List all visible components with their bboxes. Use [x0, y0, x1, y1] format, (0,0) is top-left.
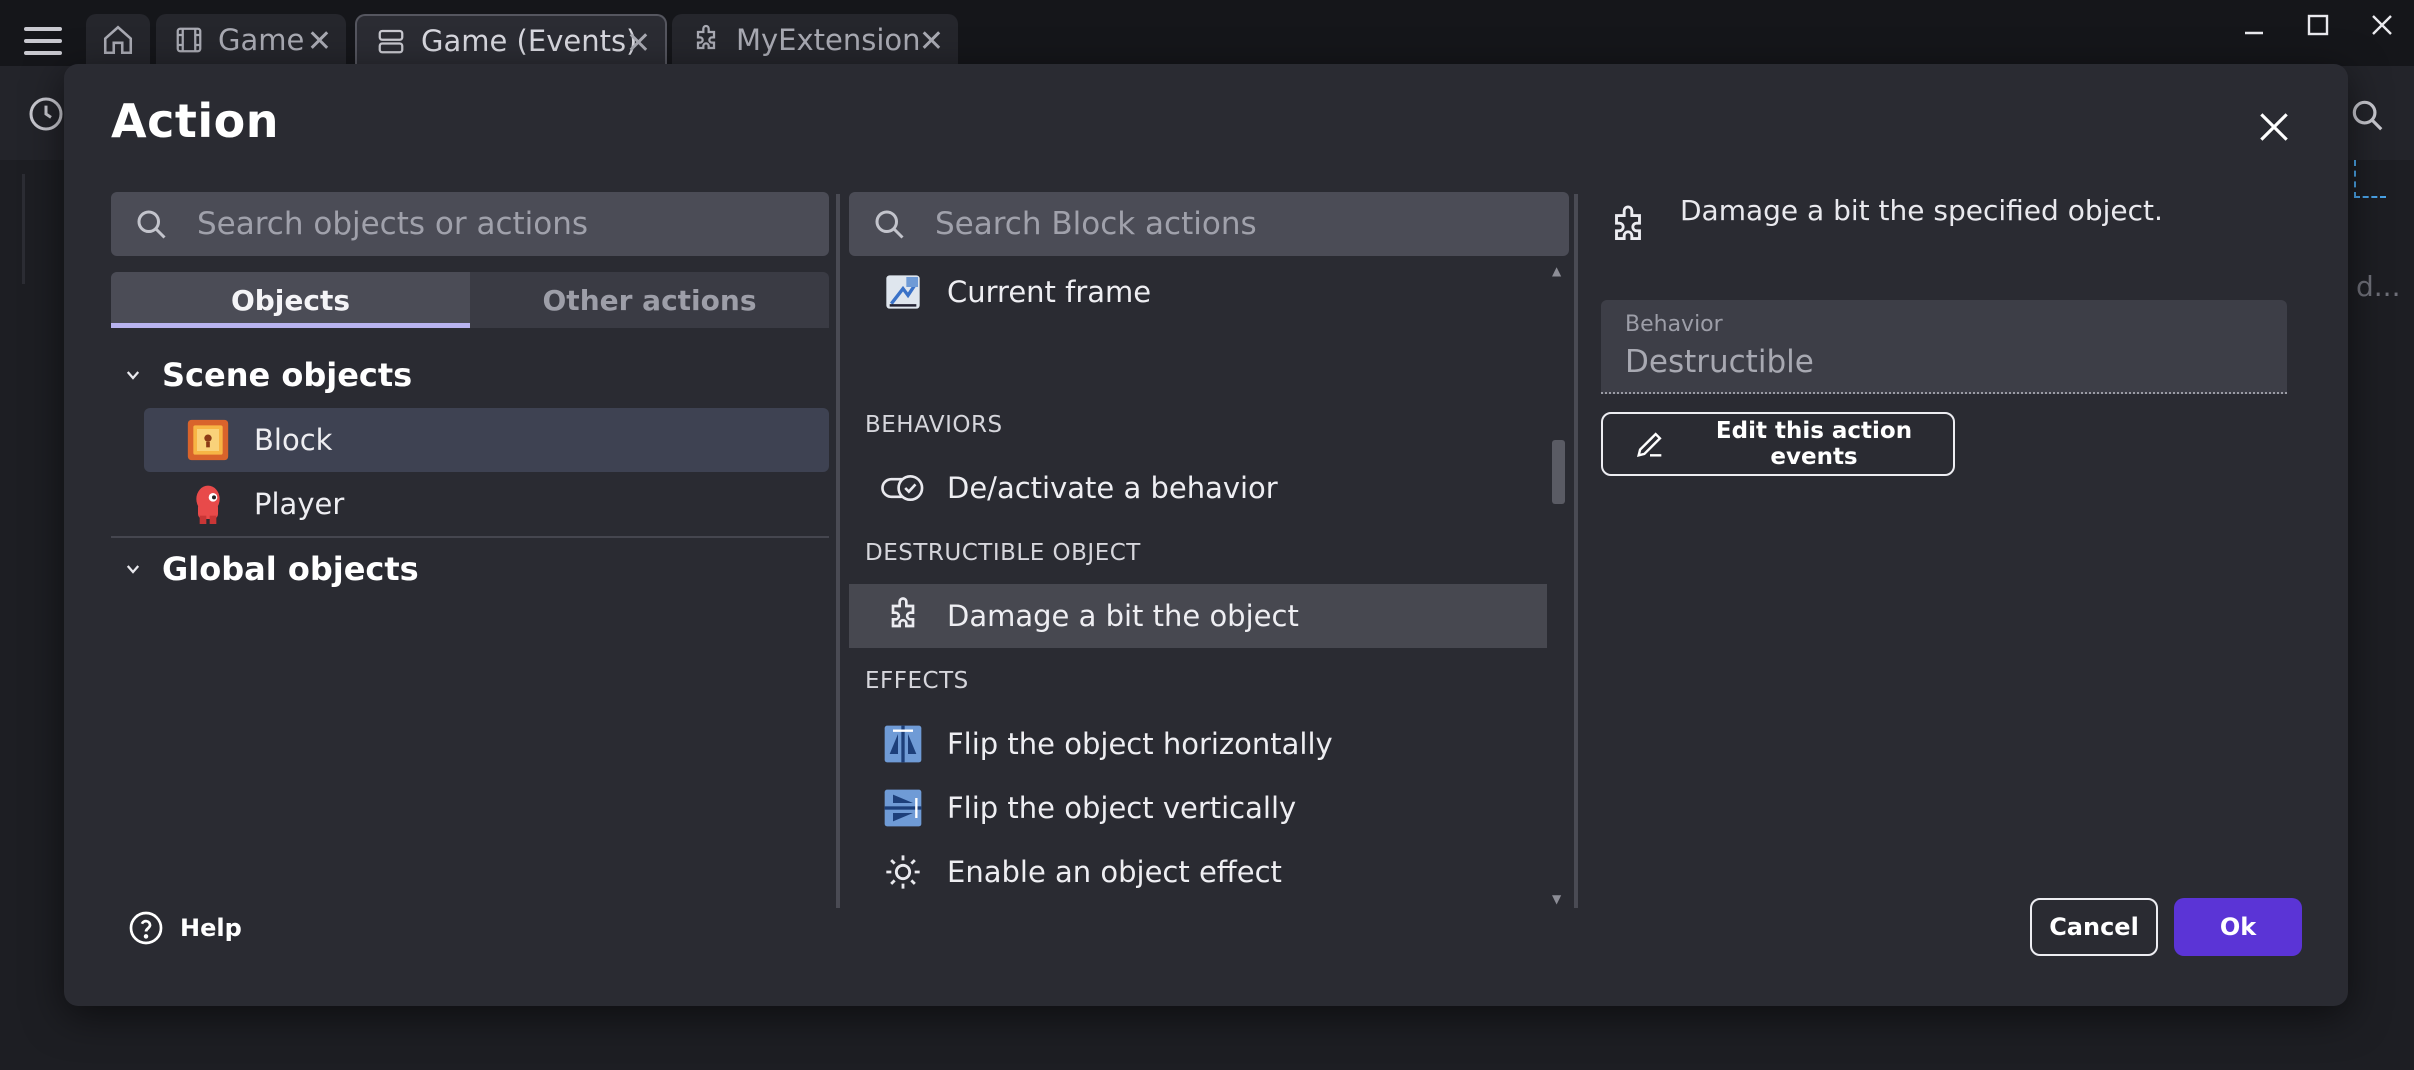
- action-item-damage-a-bit[interactable]: Damage a bit the object: [849, 584, 1547, 648]
- puzzle-icon: [690, 24, 722, 56]
- close-icon[interactable]: [2255, 108, 2293, 146]
- history-icon[interactable]: [26, 94, 66, 134]
- tab-myextension[interactable]: MyExtension ✕: [672, 14, 958, 66]
- chevron-down-icon: [124, 366, 146, 384]
- tab-game[interactable]: Game ✕: [156, 14, 346, 66]
- help-button[interactable]: Help: [128, 910, 242, 946]
- action-item-flip-vertical[interactable]: Flip the object vertically: [849, 776, 1547, 840]
- actions-scrollbar[interactable]: ▲ ▼: [1547, 260, 1569, 910]
- object-item-player[interactable]: Player: [144, 472, 829, 536]
- actions-search-input[interactable]: [933, 205, 1569, 243]
- edit-button-label: Edit this action events: [1715, 418, 1913, 470]
- background-text-fragment: d...: [2356, 270, 2401, 303]
- film-icon: [174, 25, 204, 55]
- search-icon: [133, 206, 169, 242]
- action-dialog: Action Objects Other actions Scene objec…: [64, 64, 2348, 1006]
- action-item-enable-effect[interactable]: Enable an object effect: [849, 840, 1547, 904]
- puzzle-icon: [881, 594, 925, 638]
- minimize-window-icon[interactable]: [2222, 0, 2286, 50]
- divider: [111, 536, 829, 538]
- category-behaviors: BEHAVIORS: [865, 412, 1003, 438]
- actions-search-field[interactable]: [849, 192, 1569, 256]
- flip-vertical-icon: [881, 786, 925, 830]
- action-label: Flip the object vertically: [947, 791, 1297, 825]
- home-icon: [101, 23, 135, 57]
- sun-effect-icon: [881, 850, 925, 894]
- objects-search-field[interactable]: [111, 192, 829, 256]
- close-tab-icon[interactable]: ✕: [307, 24, 332, 59]
- close-tab-icon[interactable]: ✕: [919, 24, 944, 59]
- help-circle-icon: [128, 910, 164, 946]
- events-icon: [375, 26, 407, 56]
- object-type-tabs: Objects Other actions: [111, 272, 829, 328]
- category-effects: EFFECTS: [865, 668, 969, 694]
- flip-horizontal-icon: [881, 722, 925, 766]
- action-label: De/activate a behavior: [947, 471, 1278, 505]
- maximize-window-icon[interactable]: [2286, 0, 2350, 50]
- object-item-block[interactable]: Block: [144, 408, 829, 472]
- column-separator: [1574, 194, 1578, 908]
- action-item-toggle-behavior[interactable]: De/activate a behavior: [849, 456, 1547, 520]
- home-tab[interactable]: [86, 14, 150, 66]
- actions-list: Current frame BEHAVIORS De/activate a be…: [849, 260, 1547, 910]
- object-label: Player: [254, 487, 345, 521]
- dialog-title: Action: [111, 94, 279, 148]
- tab-label: Game (Events): [421, 24, 638, 58]
- tab-label: Game: [218, 23, 305, 57]
- search-icon: [871, 206, 907, 242]
- scrollbar-thumb[interactable]: [1552, 440, 1565, 504]
- action-label: Current frame: [947, 275, 1152, 309]
- cancel-button[interactable]: Cancel: [2030, 898, 2158, 956]
- close-tab-icon[interactable]: ✕: [626, 26, 651, 61]
- ok-button[interactable]: Ok: [2174, 898, 2302, 956]
- block-sprite-icon: [186, 418, 230, 462]
- action-label: Damage a bit the object: [947, 599, 1299, 633]
- close-window-icon[interactable]: [2350, 0, 2414, 50]
- player-sprite-icon: [186, 482, 230, 526]
- group-label: Global objects: [162, 550, 419, 588]
- tab-objects[interactable]: Objects: [111, 272, 470, 328]
- edit-action-events-button[interactable]: Edit this action events: [1601, 412, 1955, 476]
- action-item-flip-horizontal[interactable]: Flip the object horizontally: [849, 712, 1547, 776]
- app-tab-bar: Game ✕ Game (Events) ✕ MyExtension ✕: [0, 0, 2414, 66]
- search-icon[interactable]: [2348, 96, 2386, 134]
- behavior-field-label: Behavior: [1625, 312, 1723, 337]
- behavior-field[interactable]: Behavior Destructible: [1601, 300, 2287, 394]
- object-label: Block: [254, 423, 333, 457]
- tab-game-events[interactable]: Game (Events) ✕: [355, 14, 667, 66]
- scroll-up-arrow-icon[interactable]: ▲: [1552, 264, 1561, 278]
- action-label: Flip the object horizontally: [947, 727, 1333, 761]
- puzzle-icon: [1605, 204, 1651, 250]
- action-item-current-frame[interactable]: Current frame: [849, 260, 1547, 324]
- tab-other-actions[interactable]: Other actions: [470, 272, 829, 328]
- objects-search-input[interactable]: [195, 205, 829, 243]
- help-label: Help: [180, 914, 242, 942]
- tab-label: MyExtension: [736, 23, 921, 57]
- category-destructible-object: DESTRUCTIBLE OBJECT: [865, 540, 1141, 566]
- behavior-field-value: Destructible: [1625, 344, 1814, 380]
- chevron-down-icon: [124, 560, 146, 578]
- hamburger-menu-icon[interactable]: [24, 27, 62, 55]
- action-description: Damage a bit the specified object.: [1680, 194, 2163, 227]
- column-separator: [836, 194, 840, 908]
- group-global-objects[interactable]: Global objects: [124, 550, 419, 588]
- group-label: Scene objects: [162, 356, 413, 394]
- scroll-down-arrow-icon[interactable]: ▼: [1552, 892, 1561, 906]
- action-label: Enable an object effect: [947, 855, 1282, 889]
- group-scene-objects[interactable]: Scene objects: [124, 356, 412, 394]
- toggle-behavior-icon: [881, 466, 925, 510]
- pencil-icon: [1633, 427, 1667, 461]
- animation-frame-icon: [881, 270, 925, 314]
